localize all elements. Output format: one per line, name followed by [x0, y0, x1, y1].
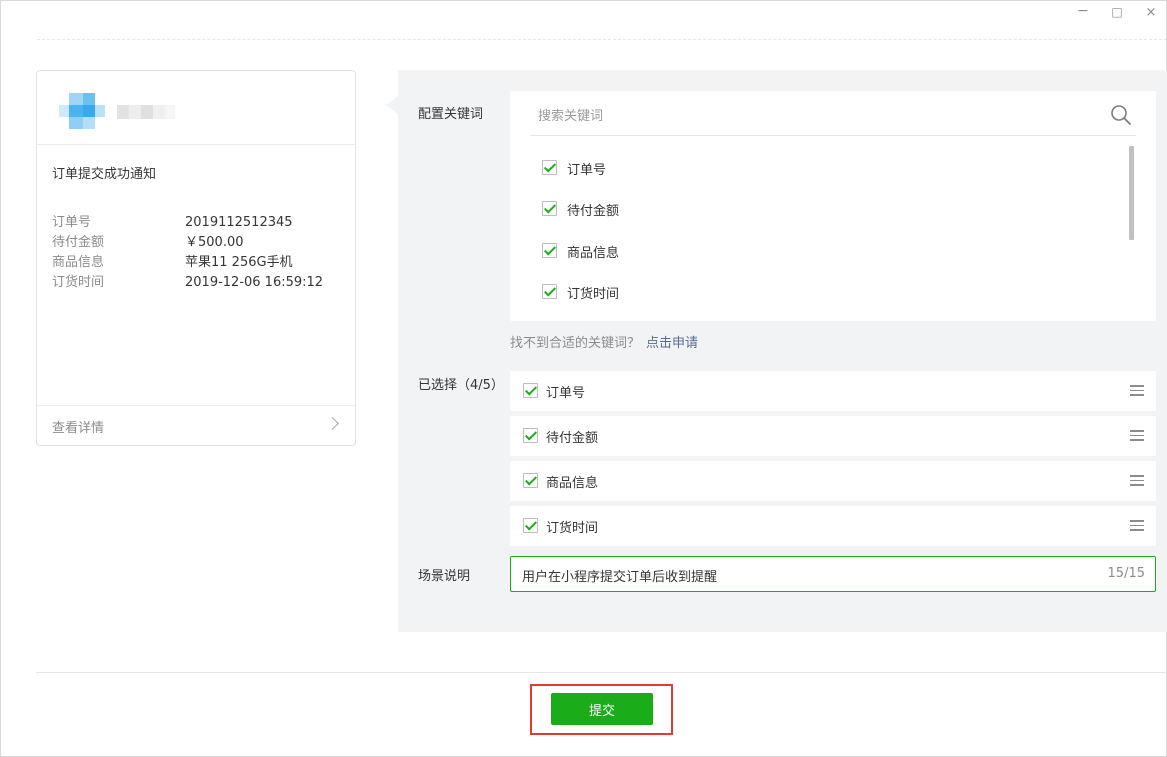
- drag-handle-icon[interactable]: [1130, 385, 1144, 396]
- selected-item-label: 订单号: [546, 386, 586, 401]
- hint-text: 找不到合适的关键词？: [510, 336, 641, 351]
- keyword-option-label: 订货时间: [567, 287, 620, 302]
- close-icon[interactable]: ×: [1142, 5, 1160, 20]
- selected-item-label: 商品信息: [546, 476, 599, 491]
- view-details-link[interactable]: 查看详情: [37, 405, 355, 445]
- checkbox-checked[interactable]: [542, 243, 557, 258]
- keyword-label: 配置关键词: [418, 107, 484, 122]
- scene-description-value: 用户在小程序提交订单后收到提醒: [522, 570, 718, 585]
- divider: [37, 39, 1167, 40]
- selected-item[interactable]: 订单号: [510, 371, 1156, 411]
- keyword-option-label: 商品信息: [567, 246, 620, 261]
- field-value: ￥500.00: [185, 235, 244, 250]
- drag-handle-icon[interactable]: [1130, 430, 1144, 441]
- scene-label: 场景说明: [418, 569, 471, 584]
- card-title: 订单提交成功通知: [52, 167, 157, 182]
- checkbox-checked[interactable]: [542, 160, 557, 175]
- avatar: [59, 93, 107, 131]
- search-icon[interactable]: [1110, 104, 1132, 126]
- message-preview-card: 订单提交成功通知 订单号 2019112512345 待付金额 ￥500.00 …: [36, 70, 356, 446]
- selected-item[interactable]: 待付金额: [510, 416, 1156, 456]
- selected-item[interactable]: 商品信息: [510, 461, 1156, 501]
- apply-link[interactable]: 点击申请: [646, 336, 698, 351]
- scrollbar[interactable]: [1129, 146, 1134, 240]
- field-label: 商品信息: [52, 255, 105, 270]
- field-value: 2019-12-06 16:59:12: [185, 275, 324, 290]
- account-name-blurred: [117, 105, 177, 119]
- selected-item-label: 订货时间: [546, 521, 599, 536]
- field-label: 待付金额: [52, 235, 105, 250]
- field-value: 苹果11 256G手机: [185, 255, 293, 270]
- char-counter: 15/15: [1107, 566, 1145, 581]
- checkbox-checked[interactable]: [523, 518, 538, 533]
- keyword-option-label: 订单号: [567, 163, 607, 178]
- view-details-label: 查看详情: [52, 421, 105, 436]
- drag-handle-icon[interactable]: [1130, 475, 1144, 486]
- maximize-icon[interactable]: □: [1108, 5, 1126, 19]
- submit-button[interactable]: 提交: [551, 693, 653, 725]
- scene-description-field[interactable]: 用户在小程序提交订单后收到提醒 15/15: [510, 556, 1156, 592]
- checkbox-checked[interactable]: [542, 201, 557, 216]
- checkbox-checked[interactable]: [523, 383, 538, 398]
- checkbox-checked[interactable]: [523, 473, 538, 488]
- chevron-right-icon: [326, 417, 339, 430]
- keyword-hint: 找不到合适的关键词？ 点击申请: [510, 332, 698, 351]
- field-value: 2019112512345: [185, 215, 293, 230]
- panel-pointer: [386, 96, 398, 114]
- field-label: 订货时间: [52, 275, 105, 290]
- keyword-picker: 订单号 待付金额 商品信息 订货时间: [510, 91, 1156, 321]
- keyword-option-label: 待付金额: [567, 204, 620, 219]
- keyword-search: [530, 99, 1136, 136]
- card-header: [37, 71, 355, 145]
- checkbox-checked[interactable]: [523, 428, 538, 443]
- selected-item-label: 待付金额: [546, 431, 599, 446]
- divider: [36, 672, 1167, 673]
- drag-handle-icon[interactable]: [1130, 520, 1144, 531]
- selected-item[interactable]: 订货时间: [510, 506, 1156, 546]
- checkbox-checked[interactable]: [542, 284, 557, 299]
- selected-label: 已选择（4/5）: [418, 378, 504, 393]
- minimize-icon[interactable]: −: [1074, 3, 1092, 19]
- app-window: − □ × 订单提交成功通知 订单号 2019112512345 待付金额 ￥5…: [0, 0, 1167, 757]
- field-label: 订单号: [52, 215, 92, 230]
- search-input[interactable]: [538, 105, 1058, 127]
